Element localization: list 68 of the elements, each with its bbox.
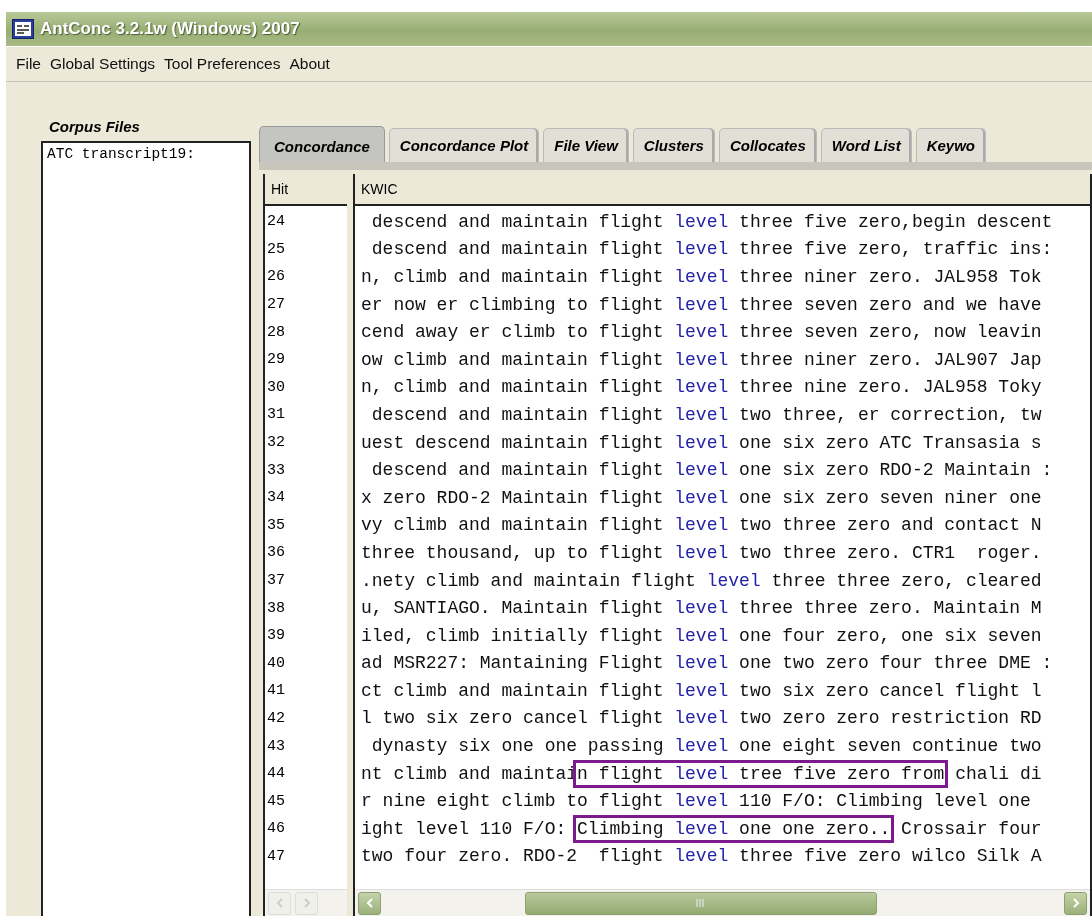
concordance-line: .nety climb and maintain flight level three three zero, cleared <box>360 569 1042 593</box>
hit-number: 44 <box>266 764 286 785</box>
tool-tab[interactable]: Word List <box>820 128 912 162</box>
concordance-line: two four zero. RDO-2 flight level three five zero wilco Silk A <box>360 845 1042 869</box>
hit-number: 24 <box>266 212 286 233</box>
concordance-line: ight level 110 F/O: Climbing level one one zero.. Crossair four <box>355 815 1042 843</box>
hit-number: 41 <box>266 681 286 702</box>
concordance-line: uest descend maintain flight level one six zero ATC Transasia s <box>360 431 1042 455</box>
concordance-line: u, SANTIAGO. Maintain flight level three three zero. Maintain M <box>360 597 1042 621</box>
concordance-line: l two six zero cancel flight level two zero zero restriction RD <box>360 707 1042 731</box>
concordance-line: ow climb and maintain flight level three niner zero. JAL907 Jap <box>360 348 1042 372</box>
corpus-files-label: Corpus Files <box>49 118 141 135</box>
corpus-file-item[interactable]: ATC transcript19: <box>47 146 245 162</box>
hit-number: 32 <box>266 433 286 454</box>
tool-tab[interactable]: Clusters <box>632 128 715 162</box>
tool-tab[interactable]: Keywo <box>915 128 986 162</box>
window-title: AntConc 3.2.1w (Windows) 2007 <box>40 19 300 39</box>
scroll-right-button[interactable] <box>1064 891 1087 915</box>
horizontal-scrollbar[interactable] <box>355 889 1090 916</box>
concordance-line: descend and maintain flight level three five zero,begin descent <box>370 210 1053 234</box>
hit-number: 28 <box>266 322 286 343</box>
hit-number: 38 <box>266 598 286 619</box>
hit-number: 40 <box>266 653 286 674</box>
tool-tab[interactable]: Concordance <box>259 126 385 162</box>
concordance-line: x zero RDO-2 Maintain flight level one six zero seven niner one <box>360 486 1042 510</box>
hit-number: 46 <box>266 819 286 840</box>
concordance-line: three thousand, up to flight level two three zero. CTR1 roger. <box>360 541 1042 565</box>
concordance-line: descend and maintain flight level two three, er correction, tw <box>370 403 1042 427</box>
concordance-line: dynasty six one one passing level one eight seven continue two <box>370 735 1042 759</box>
concordance-line: iled, climb initially flight level one four zero, one six seven <box>360 624 1042 648</box>
hit-number: 27 <box>266 295 286 316</box>
concordance-line: n, climb and maintain flight level three nine zero. JAL958 Toky <box>360 376 1042 400</box>
hit-number: 47 <box>266 846 286 867</box>
app-icon <box>12 19 34 39</box>
concordance-line: er now er climbing to flight level three seven zero and we have <box>360 293 1042 317</box>
tool-tab[interactable]: File View <box>543 128 629 162</box>
concordance-line: descend and maintain flight level three five zero, traffic ins: <box>370 238 1053 262</box>
concordance-line: ct climb and maintain flight level two six zero cancel flight l <box>360 679 1042 703</box>
hit-number: 35 <box>266 515 286 536</box>
concordance-line: ad MSR227: Mantaining Flight level one two zero four three DME : <box>360 652 1053 676</box>
hit-number: 37 <box>266 571 286 591</box>
grip-icon <box>696 899 706 907</box>
hit-number: 26 <box>266 267 286 288</box>
hit-number: 39 <box>266 626 286 647</box>
hit-number: 36 <box>266 543 286 564</box>
concordance-line: nt climb and maintai n flight level tree five zero from chali di <box>355 759 1042 788</box>
concordance-line: r nine eight climb to flight level 110 F/O: Climbing level one <box>360 790 1031 814</box>
hit-number: 30 <box>266 377 286 398</box>
menu-item[interactable]: Tool Preferences <box>164 55 281 73</box>
hit-number: 29 <box>266 350 286 371</box>
hit-number: 34 <box>266 488 286 509</box>
concordance-line: vy climb and maintain flight level two three zero and contact N <box>360 514 1042 538</box>
hit-number: 31 <box>266 405 286 426</box>
tool-tab[interactable]: Concordance Plot <box>388 128 540 162</box>
menu-item[interactable]: About <box>289 55 330 73</box>
scroll-left-button[interactable] <box>358 891 381 915</box>
concordance-line: n, climb and maintain flight level three niner zero. JAL958 Tok <box>360 266 1042 289</box>
scroll-thumb[interactable] <box>525 891 877 915</box>
menu-item[interactable]: Global Settings <box>50 55 156 73</box>
concordance-line: descend and maintain flight level one six zero RDO-2 Maintain : <box>370 459 1053 483</box>
hit-number: 43 <box>266 736 286 757</box>
hit-number: 33 <box>266 460 286 481</box>
menu-item[interactable]: File <box>16 55 41 73</box>
hit-number: 42 <box>266 709 286 729</box>
tool-tab[interactable]: Collocates <box>718 128 817 162</box>
hit-number: 25 <box>266 239 286 260</box>
concordance-line: cend away er climb to flight level three seven zero, now leavin <box>360 321 1042 345</box>
hit-number: 45 <box>266 791 286 812</box>
